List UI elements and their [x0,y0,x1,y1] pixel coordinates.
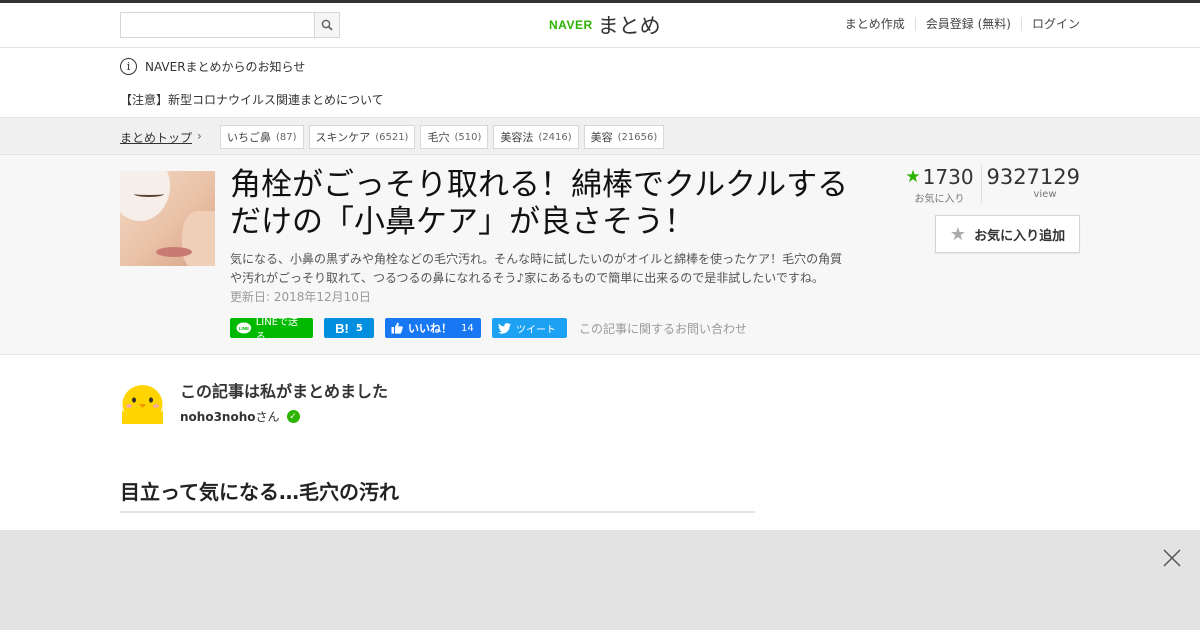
notice-heading: i NAVERまとめからのお知らせ [120,58,305,75]
breadcrumb-top-link[interactable]: まとめトップ [120,129,192,146]
register-link[interactable]: 会員登録 (無料) [914,17,1021,31]
contact-link[interactable]: この記事に関するお問い合わせ [579,320,747,337]
chevron-right-icon: › [197,129,202,143]
tag-label: 美容 [590,131,613,144]
tag-count: (87) [276,131,297,143]
tweet-label: ツイート [516,324,556,336]
tag-count: (6521) [375,131,409,143]
tag-label: いちご鼻 [227,131,271,144]
notice-panel: i NAVERまとめからのお知らせ 【注意】新型コロナウイルス関連まとめについて [0,48,1200,118]
tag-count: (21656) [617,131,658,143]
article-description: 気になる、小鼻の黒ずみや角栓などの毛穴汚れ。そんな時に試したいのがオイルと綿棒を… [230,252,843,285]
facebook-like-label: いいね！ [408,322,452,335]
logo-name: まとめ [597,14,661,38]
close-icon[interactable] [1162,548,1182,568]
tag-item[interactable]: 美容 (21656) [583,125,665,149]
line-share-label: LINEで送る [255,317,299,343]
info-icon: i [120,58,137,75]
create-matome-link[interactable]: まとめ作成 [835,17,915,31]
tag-item[interactable]: 美容法 (2416) [493,125,579,149]
hatena-count: 5 [355,322,363,334]
tag-label: スキンケア [315,131,371,144]
author-suffix: さん [255,410,280,424]
facebook-like-button[interactable]: いいね！ 14 [385,318,481,338]
search-input[interactable] [121,13,315,37]
view-count: 9327129 view [982,165,1080,203]
tag-count: (510) [454,131,482,143]
thumbs-up-icon [391,322,403,334]
search-button[interactable] [314,13,339,37]
line-share-button[interactable]: LINE LINEで送る [230,317,313,343]
line-icon: LINE [236,322,252,334]
share-bar: LINE LINEで送る B! 5 いいね！ 14 ツイート この記事に関するお… [230,317,747,343]
twitter-icon [498,322,511,334]
article-stats: ★ 1730 お気に入り 9327129 view [898,165,1080,205]
avatar[interactable] [120,378,165,424]
verified-check-icon: ✓ [286,410,300,423]
search-icon [321,19,333,31]
header-links: まとめ作成 会員登録 (無料) ログイン [835,17,1080,31]
author-name: noho3noho さん ✓ [180,408,300,425]
hatena-icon: B! [335,320,349,336]
facebook-like-count: 14 [461,322,474,334]
add-favorite-button[interactable]: ★ お気に入り追加 [935,215,1080,253]
updated-date: 更新日: 2018年12月10日 [230,290,371,304]
site-logo[interactable]: NAVER まとめ [549,11,661,39]
breadcrumb: まとめトップ › いちご鼻 (87) スキンケア (6521) 毛穴 (510) 美容… [0,118,1200,155]
tag-list: いちご鼻 (87) スキンケア (6521) 毛穴 (510) 美容法 (2416) 美… [220,125,669,149]
add-favorite-label: お気に入り追加 [974,228,1066,244]
section-heading: 目立って気になる…毛穴の汚れ [120,476,755,513]
svg-text:LINE: LINE [239,325,249,330]
star-icon: ★ [905,167,921,187]
tag-item[interactable]: 毛穴 (510) [420,125,489,149]
tag-count: (2416) [538,131,572,143]
article-header: 角栓がごっそり取れる！綿棒でクルクルするだけの「小鼻ケア」が良さそう！ 気になる… [0,155,1200,355]
tweet-button[interactable]: ツイート [492,318,567,338]
ad-overlay-banner [0,530,1200,630]
tag-item[interactable]: いちご鼻 (87) [220,125,304,149]
logo-brand: NAVER [549,18,593,32]
notice-link[interactable]: 【注意】新型コロナウイルス関連まとめについて [120,91,384,108]
tag-label: 毛穴 [427,131,450,144]
notice-heading-text: NAVERまとめからのお知らせ [145,60,306,74]
site-header: NAVER まとめ まとめ作成 会員登録 (無料) ログイン [0,3,1200,48]
login-link[interactable]: ログイン [1020,17,1080,31]
tag-item[interactable]: スキンケア (6521) [308,125,416,149]
star-icon: ★ [949,223,967,245]
article-title: 角栓がごっそり取れる！綿棒でクルクルするだけの「小鼻ケア」が良さそう！ [230,167,849,240]
hatena-bookmark-button[interactable]: B! 5 [324,318,374,338]
favorite-count: ★ 1730 お気に入り [898,165,982,205]
author-heading: この記事は私がまとめました [180,382,389,401]
view-count-label: view [1033,189,1057,200]
view-count-value: 9327129 [986,165,1080,189]
author-username[interactable]: noho3noho [180,410,256,424]
favorite-count-label: お気に入り [914,194,965,205]
search-box [120,12,340,38]
favorite-count-value: 1730 [922,165,974,189]
tag-label: 美容法 [500,131,534,144]
article-thumbnail [120,171,215,266]
